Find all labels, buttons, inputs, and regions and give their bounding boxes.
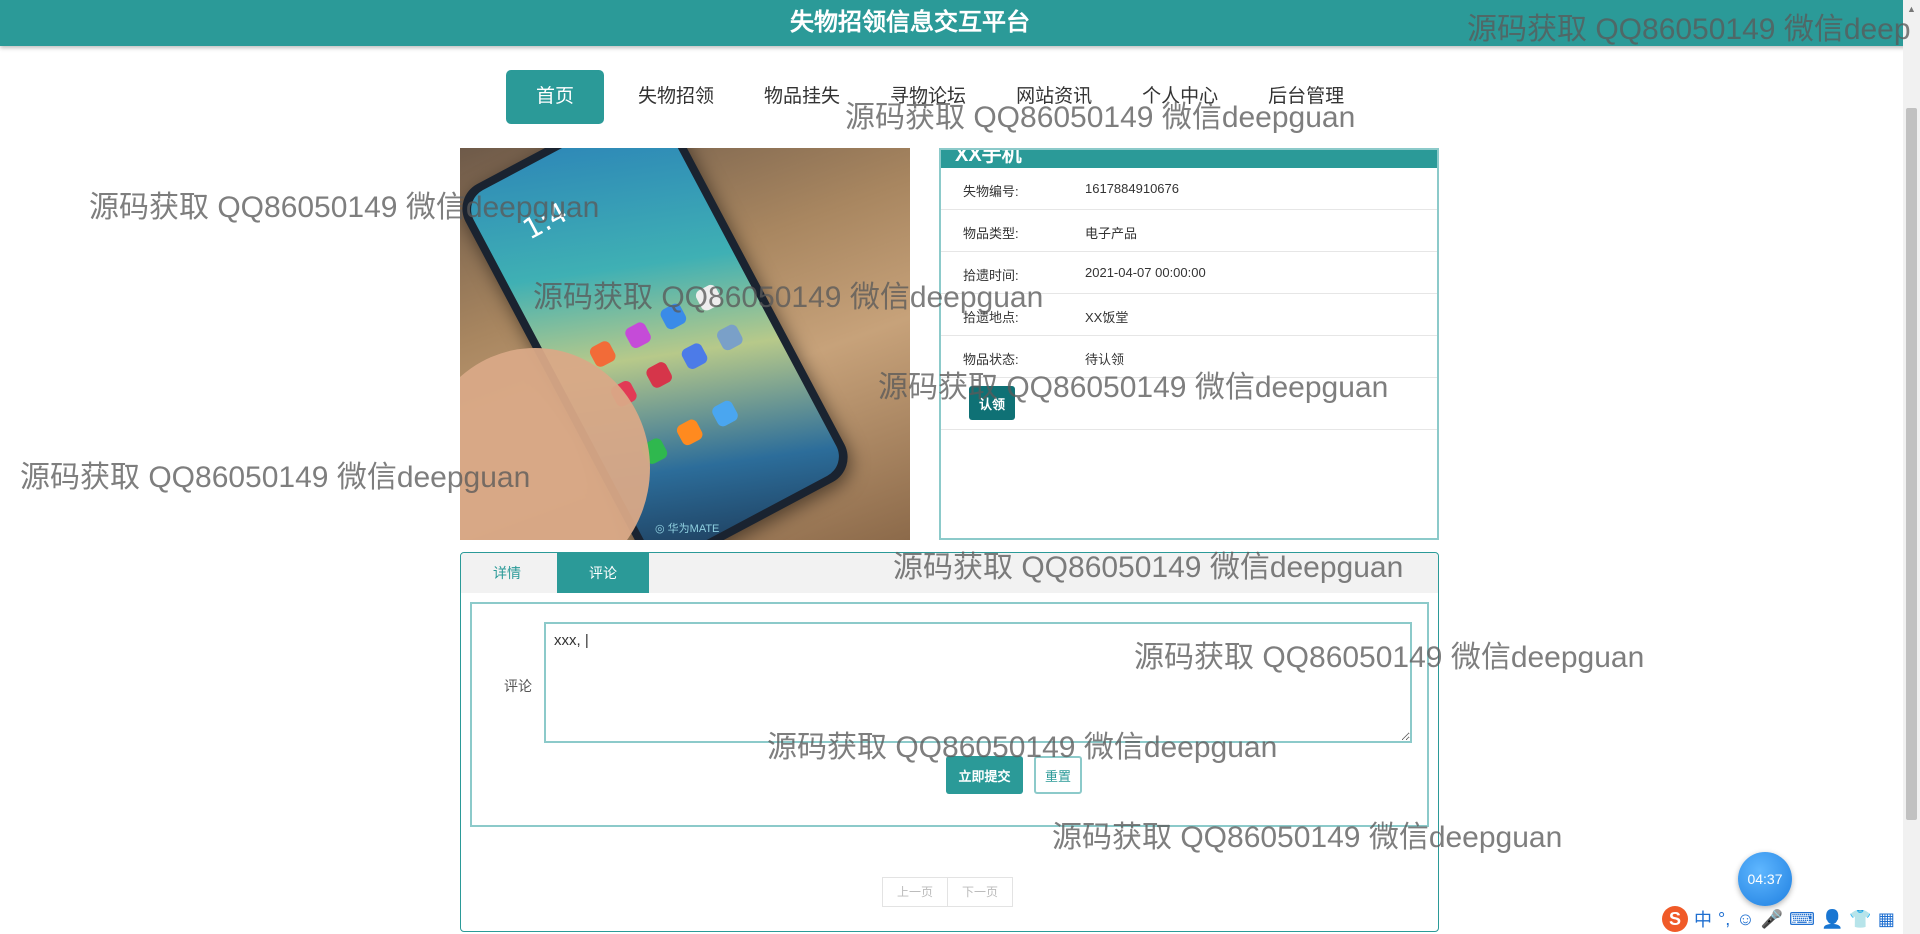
pagination: 上一页 下一页 xyxy=(882,877,1014,907)
photo-caption: ◎ 华为MATE xyxy=(655,523,720,535)
comment-textarea[interactable]: xxx, | xyxy=(544,622,1412,743)
info-value: 2021-04-07 00:00:00 xyxy=(1085,265,1206,280)
detail-comment-panel: 详情 评论 评论 xxx, | 立即提交 重置 上一页 下一页 xyxy=(460,552,1439,932)
comment-form: 评论 xxx, | 立即提交 重置 xyxy=(470,602,1429,827)
watermark-text: 源码获取 QQ86050149 微信deepguan xyxy=(20,461,531,494)
comment-label: 评论 xyxy=(504,678,532,694)
chinese-mode-icon[interactable]: 中 xyxy=(1694,906,1712,932)
info-value: XX饭堂 xyxy=(1085,310,1129,325)
claim-row: 认领 xyxy=(941,378,1437,430)
tab-comments[interactable]: 评论 xyxy=(557,553,649,593)
info-value: 电子产品 xyxy=(1085,226,1138,241)
nav-item-forum[interactable]: 寻物论坛 xyxy=(870,70,986,124)
item-photo: 1:4 ◎ 华为MATE xyxy=(460,148,910,540)
nav-item-lost-found[interactable]: 失物招领 xyxy=(618,70,734,124)
info-label: 失物编号: xyxy=(963,184,1019,199)
phone-clock-text: 1:4 xyxy=(517,195,573,247)
user-icon[interactable]: 👤 xyxy=(1821,909,1843,930)
main-nav: 首页 失物招领 物品挂失 寻物论坛 网站资讯 个人中心 后台管理 xyxy=(506,70,1374,124)
nav-item-report-lost[interactable]: 物品挂失 xyxy=(744,70,860,124)
nav-item-profile[interactable]: 个人中心 xyxy=(1122,70,1238,124)
keyboard-icon[interactable]: ⌨ xyxy=(1789,909,1815,930)
page-scrollbar[interactable]: ▲ xyxy=(1903,0,1920,934)
info-label: 物品类型: xyxy=(963,226,1019,241)
submit-button[interactable]: 立即提交 xyxy=(946,756,1023,794)
microphone-icon[interactable]: 🎤 xyxy=(1761,909,1783,930)
info-label: 拾遗时间: xyxy=(963,268,1019,283)
info-row: 物品状态: 待认领 xyxy=(941,336,1437,378)
site-title: 失物招领信息交互平台 xyxy=(790,9,1030,36)
sogou-logo-icon[interactable]: S xyxy=(1662,906,1688,932)
next-page-button[interactable]: 下一页 xyxy=(948,877,1014,907)
nav-item-admin[interactable]: 后台管理 xyxy=(1248,70,1364,124)
top-header-bar: 失物招领信息交互平台 xyxy=(0,0,1920,46)
grid-icon[interactable]: ▦ xyxy=(1878,909,1895,930)
info-value: 1617884910676 xyxy=(1085,181,1179,196)
timer-badge[interactable]: 04:37 xyxy=(1738,852,1792,906)
tab-bar: 详情 评论 xyxy=(461,553,1438,593)
info-label: 物品状态: xyxy=(963,352,1019,367)
scroll-up-icon[interactable]: ▲ xyxy=(1907,4,1916,14)
emoji-icon[interactable]: ☺ xyxy=(1736,909,1754,930)
tab-details[interactable]: 详情 xyxy=(461,553,553,593)
info-value: 待认领 xyxy=(1085,352,1125,367)
claim-button[interactable]: 认领 xyxy=(969,386,1015,420)
info-row: 拾遗地点: XX饭堂 xyxy=(941,294,1437,336)
scrollbar-thumb[interactable] xyxy=(1906,108,1917,820)
prev-page-button[interactable]: 上一页 xyxy=(882,877,949,907)
item-name: XX手机 xyxy=(941,150,1437,168)
reset-button[interactable]: 重置 xyxy=(1034,756,1082,794)
nav-item-news[interactable]: 网站资讯 xyxy=(996,70,1112,124)
info-row: 物品类型: 电子产品 xyxy=(941,210,1437,252)
nav-item-home[interactable]: 首页 xyxy=(506,70,605,124)
ime-toolbar: S 中 °, ☺ 🎤 ⌨ 👤 👕 ▦ xyxy=(1662,904,1895,934)
punctuation-icon[interactable]: °, xyxy=(1718,909,1730,930)
item-info-card: XX手机 失物编号: 1617884910676 物品类型: 电子产品 拾遗时间… xyxy=(939,148,1439,540)
info-row: 失物编号: 1617884910676 xyxy=(941,168,1437,210)
info-row: 拾遗时间: 2021-04-07 00:00:00 xyxy=(941,252,1437,294)
skin-icon[interactable]: 👕 xyxy=(1849,909,1871,930)
info-label: 拾遗地点: xyxy=(963,310,1019,325)
